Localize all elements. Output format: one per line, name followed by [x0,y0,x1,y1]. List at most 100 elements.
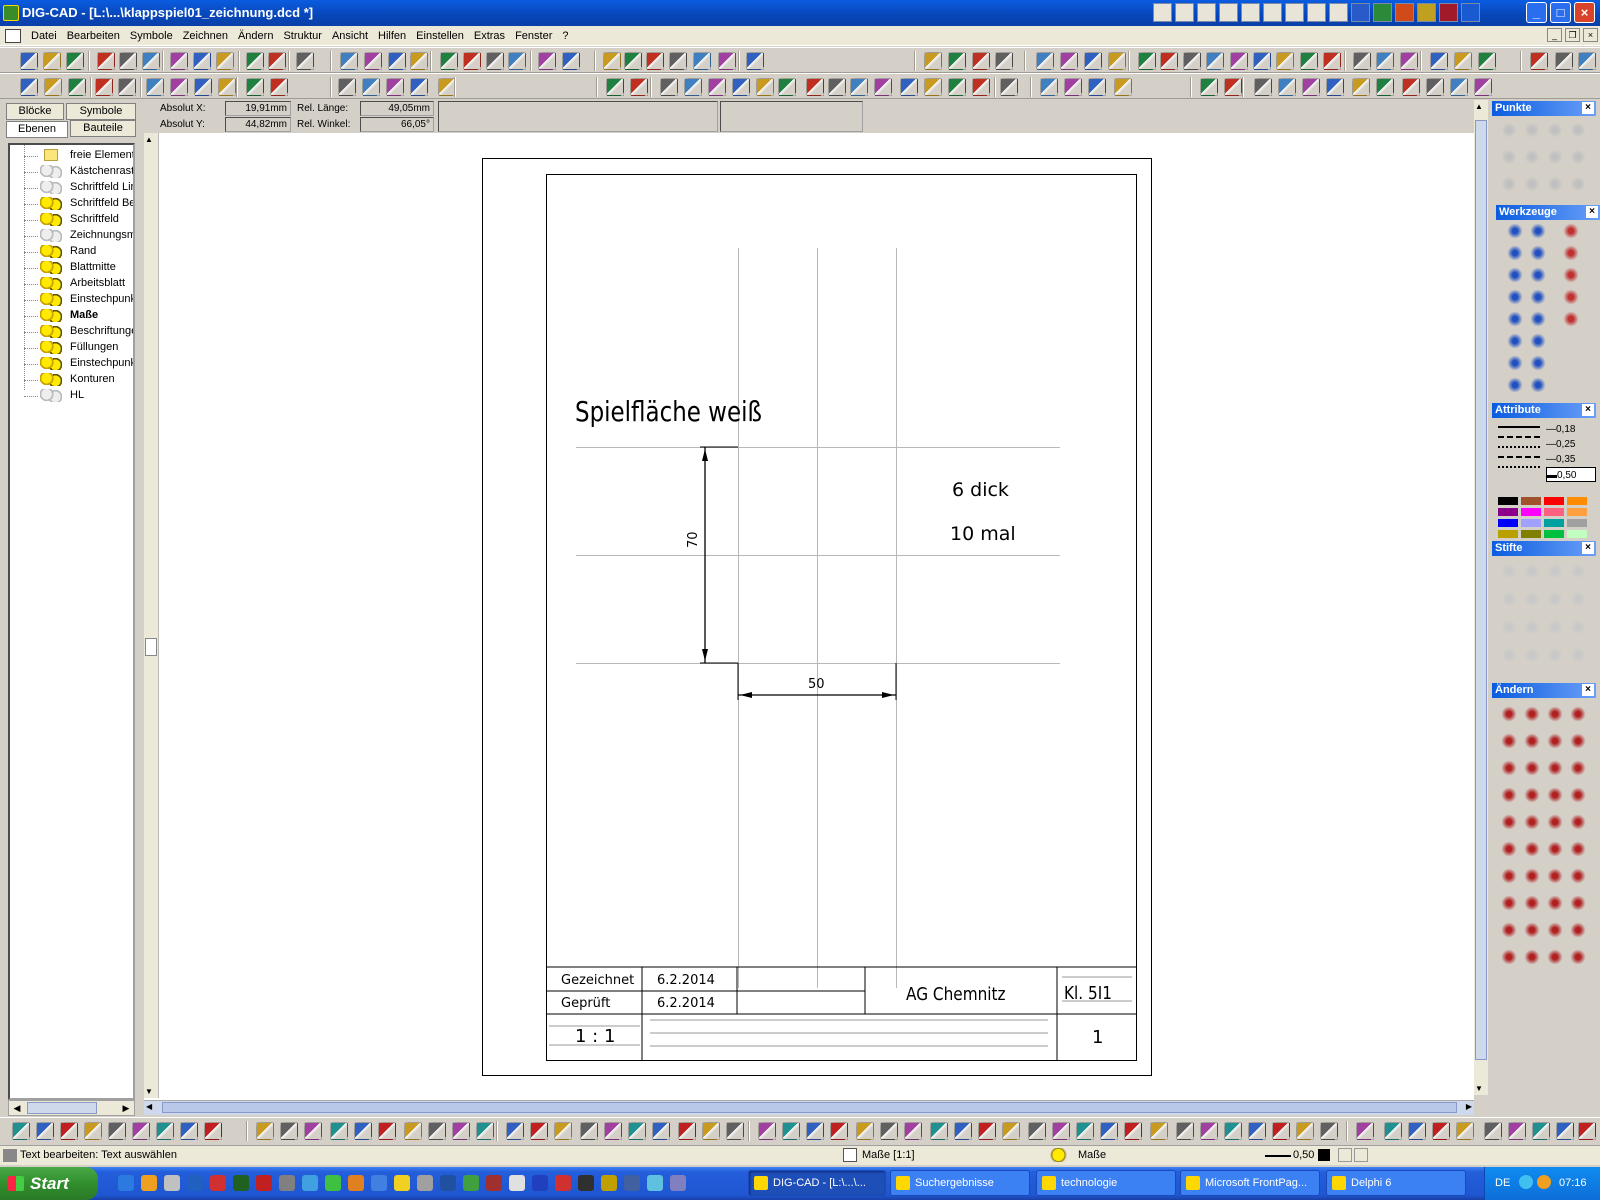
drawing-tool-button[interactable] [60,1122,78,1140]
line-width-item[interactable]: —0,25 [1546,437,1596,452]
status-pen-width[interactable]: 0,50 [1293,1149,1314,1161]
drawing-tool-button[interactable] [1529,376,1547,394]
modify-tool-button[interactable] [1569,705,1587,723]
color-swatch[interactable] [1567,508,1587,516]
color-swatch[interactable] [1544,530,1564,538]
quick-launch-icon[interactable] [141,1175,157,1191]
drawing-tool-button[interactable] [580,1122,598,1140]
close-icon[interactable]: × [1582,404,1594,416]
drawing-tool-button[interactable] [954,1122,972,1140]
drawing-tool-button[interactable] [1484,1122,1502,1140]
pen-button[interactable] [1523,562,1541,580]
drawing-tool-button[interactable] [1529,354,1547,372]
quick-launch-icon[interactable] [647,1175,663,1191]
start-button[interactable]: Start [0,1167,98,1200]
drawing-tool-button[interactable] [428,1122,446,1140]
color-swatch[interactable] [1498,508,1518,516]
status-layer-scale[interactable]: Maße [1:1] [862,1149,915,1161]
drawing-tool-button[interactable] [1320,1122,1338,1140]
drawing-tool-button[interactable] [180,1122,198,1140]
drawing-tool-button[interactable] [1529,310,1547,328]
modify-tool-button[interactable] [1546,732,1564,750]
taskbar-button[interactable]: DIG-CAD - [L:\...\... [748,1170,886,1196]
tb-checked-date[interactable]: 6.2.2014 [657,996,715,1011]
color-swatch[interactable] [1498,530,1518,538]
color-swatch[interactable] [1567,519,1587,527]
point-snap-button[interactable] [1500,175,1518,193]
point-snap-button[interactable] [1546,175,1564,193]
line-type-selector[interactable] [1498,422,1540,478]
drawing-tool-button[interactable] [378,1122,396,1140]
drawing-tool-button[interactable] [604,1122,622,1140]
tb-sheet-number[interactable]: 1 [1092,1027,1103,1048]
modify-tool-button[interactable] [1500,894,1518,912]
modify-tool-button[interactable] [1500,867,1518,885]
drawing-tool-button[interactable] [256,1122,274,1140]
point-snap-button[interactable] [1546,121,1564,139]
quick-launch-icon[interactable] [164,1175,180,1191]
modify-tool-button[interactable] [1500,786,1518,804]
modify-tool-button[interactable] [1546,813,1564,831]
drawing-tool-button[interactable] [678,1122,696,1140]
modify-tool-button[interactable] [1500,705,1518,723]
pen-button[interactable] [1500,590,1518,608]
drawing-tool-button[interactable] [1562,266,1580,284]
quick-launch-icon[interactable] [578,1175,594,1191]
modify-tool-button[interactable] [1523,867,1541,885]
modify-tool-button[interactable] [1523,759,1541,777]
quick-launch-icon[interactable] [187,1175,203,1191]
modify-tool-button[interactable] [1569,867,1587,885]
taskbar-button[interactable]: Delphi 6 [1326,1170,1466,1196]
tb-class[interactable]: Kl. 5I1 [1064,983,1112,1004]
drawing-tool-button[interactable] [1506,354,1524,372]
drawing-tool-button[interactable] [1176,1122,1194,1140]
drawing-tool-button[interactable] [1076,1122,1094,1140]
drawing-tool-button[interactable] [628,1122,646,1140]
color-swatch[interactable] [1521,519,1541,527]
modify-tool-button[interactable] [1546,786,1564,804]
pen-button[interactable] [1569,646,1587,664]
quick-launch-icon[interactable] [118,1175,134,1191]
quick-launch-icon[interactable] [348,1175,364,1191]
pen-button[interactable] [1546,646,1564,664]
modify-tool-button[interactable] [1569,840,1587,858]
drawing-tool-button[interactable] [1562,288,1580,306]
drawing-tool-button[interactable] [354,1122,372,1140]
drawing-tool-button[interactable] [880,1122,898,1140]
drawing-tool-button[interactable] [1506,332,1524,350]
modify-tool-button[interactable] [1546,948,1564,966]
drawing-tool-button[interactable] [1028,1122,1046,1140]
drawing-tool-button[interactable] [1578,1122,1596,1140]
taskbar-button[interactable]: Suchergebnisse [890,1170,1030,1196]
drawing-tool-button[interactable] [36,1122,54,1140]
pen-button[interactable] [1523,618,1541,636]
drawing-tool-button[interactable] [930,1122,948,1140]
drawing-tool-button[interactable] [1532,1122,1550,1140]
pen-button[interactable] [1569,562,1587,580]
point-snap-button[interactable] [1546,148,1564,166]
pen-button[interactable] [1546,618,1564,636]
modify-tool-button[interactable] [1500,813,1518,831]
modify-tool-button[interactable] [1546,759,1564,777]
taskbar-button[interactable]: Microsoft FrontPag... [1180,1170,1320,1196]
status-layer[interactable]: Maße [1078,1149,1106,1161]
drawing-tool-button[interactable] [1100,1122,1118,1140]
pen-button[interactable] [1500,562,1518,580]
modify-tool-button[interactable] [1546,894,1564,912]
point-snap-button[interactable] [1523,148,1541,166]
pen-button[interactable] [1500,646,1518,664]
drawing-tool-button[interactable] [1506,266,1524,284]
taskbar-button[interactable]: technologie [1036,1170,1176,1196]
drawing-tool-button[interactable] [84,1122,102,1140]
close-icon[interactable]: × [1582,684,1594,696]
drawing-tool-button[interactable] [530,1122,548,1140]
drawing-tool-button[interactable] [1456,1122,1474,1140]
modify-tool-button[interactable] [1569,921,1587,939]
quick-launch-icon[interactable] [279,1175,295,1191]
tb-drawn-date[interactable]: 6.2.2014 [657,973,715,988]
drawing-tool-button[interactable] [758,1122,776,1140]
drawing-tool-button[interactable] [330,1122,348,1140]
modify-tool-button[interactable] [1569,894,1587,912]
modify-tool-button[interactable] [1500,948,1518,966]
modify-tool-button[interactable] [1523,894,1541,912]
